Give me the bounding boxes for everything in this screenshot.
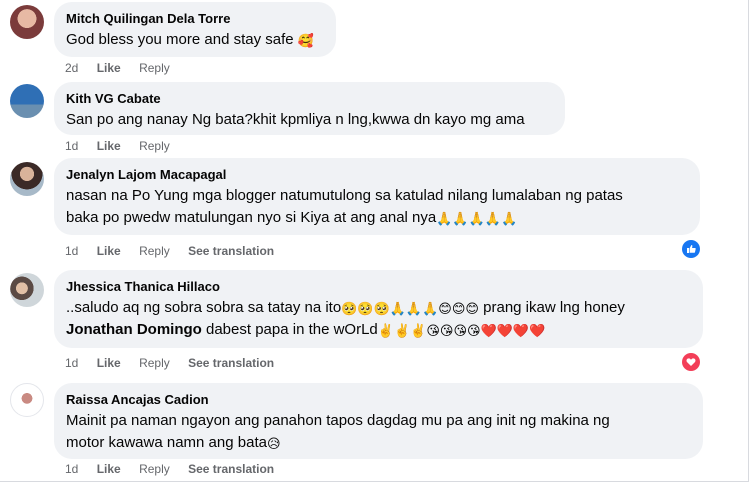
commenter-name[interactable]: Jenalyn Lajom Macapagal	[66, 166, 688, 183]
comment-time[interactable]: 2d	[65, 61, 78, 75]
comment-actions: 2d Like Reply	[65, 60, 185, 76]
folded-hands-emoji-icon: 🙏🙏🙏🙏🙏	[436, 211, 518, 226]
comment-time[interactable]: 1d	[65, 139, 78, 153]
commenter-name[interactable]: Mitch Quilingan Dela Torre	[66, 10, 324, 27]
comment-bubble: Raissa Ancajas Cadion Mainit pa naman ng…	[54, 383, 703, 459]
sad-face-emoji-icon: 😥	[266, 436, 281, 451]
avatar[interactable]	[10, 5, 44, 39]
reply-link[interactable]: Reply	[139, 139, 170, 153]
like-link[interactable]: Like	[97, 244, 121, 258]
comment-actions: 1d Like Reply See translation	[65, 461, 289, 477]
commenter-name[interactable]: Kith VG Cabate	[66, 90, 553, 107]
see-translation-link[interactable]: See translation	[188, 356, 274, 370]
comment-time[interactable]: 1d	[65, 244, 78, 258]
love-reaction-icon[interactable]	[682, 353, 700, 371]
reply-link[interactable]: Reply	[139, 61, 170, 75]
commenter-name[interactable]: Raissa Ancajas Cadion	[66, 391, 691, 408]
see-translation-link[interactable]: See translation	[188, 462, 274, 476]
reply-link[interactable]: Reply	[139, 244, 170, 258]
like-link[interactable]: Like	[97, 61, 121, 75]
comment-text: God bless you more and stay safe 🥰	[66, 31, 314, 48]
avatar[interactable]	[10, 84, 44, 118]
reply-link[interactable]: Reply	[139, 356, 170, 370]
emoji-sequence-icon: ✌️✌️✌️😘😘😘😘❤️❤️❤️❤️	[377, 323, 546, 338]
comment-actions: 1d Like Reply See translation	[65, 243, 289, 259]
avatar[interactable]	[10, 383, 44, 417]
avatar[interactable]	[10, 162, 44, 196]
comment-bubble: Kith VG Cabate San po ang nanay Ng bata?…	[54, 82, 565, 135]
like-link[interactable]: Like	[97, 462, 121, 476]
comment-text: nasan na Po Yung mga blogger natumutulon…	[66, 187, 623, 226]
comment-bubble: Jenalyn Lajom Macapagal nasan na Po Yung…	[54, 158, 700, 235]
comment-time[interactable]: 1d	[65, 462, 78, 476]
reply-link[interactable]: Reply	[139, 462, 170, 476]
like-link[interactable]: Like	[97, 139, 121, 153]
mention-link[interactable]: Jonathan Domingo	[66, 321, 202, 338]
comment-time[interactable]: 1d	[65, 356, 78, 370]
emoji-sequence-icon: 🥺🥺🥺🙏🙏🙏😊😊😊	[341, 301, 479, 316]
comment-text: Mainit pa naman ngayon ang panahon tapos…	[66, 412, 610, 451]
like-link[interactable]: Like	[97, 356, 121, 370]
comment-actions: 1d Like Reply	[65, 138, 185, 154]
commenter-name[interactable]: Jhessica Thanica Hillaco	[66, 278, 691, 295]
smiling-hearts-emoji-icon: 🥰	[297, 33, 314, 48]
comment-text: ..saludo aq ng sobra sobra sa tatay na i…	[66, 299, 625, 338]
comment-actions: 1d Like Reply See translation	[65, 355, 289, 371]
like-reaction-icon[interactable]	[682, 240, 700, 258]
comment-text: San po ang nanay Ng bata?khit kpmliya n …	[66, 111, 525, 128]
see-translation-link[interactable]: See translation	[188, 244, 274, 258]
comment-bubble: Mitch Quilingan Dela Torre God bless you…	[54, 2, 336, 57]
avatar[interactable]	[10, 273, 44, 307]
comment-bubble: Jhessica Thanica Hillaco ..saludo aq ng …	[54, 270, 703, 348]
